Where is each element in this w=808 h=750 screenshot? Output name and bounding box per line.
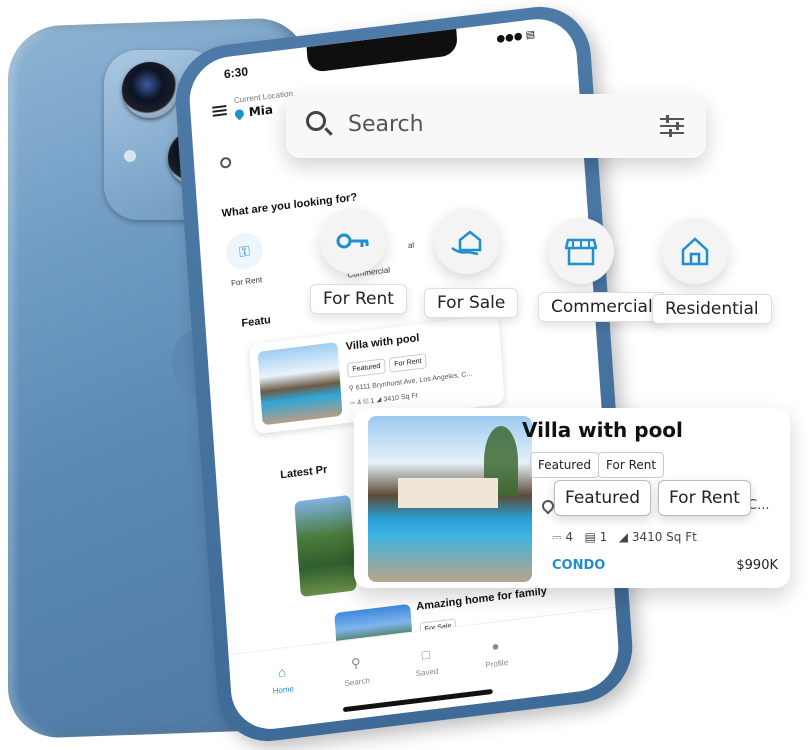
area-value: 3410 Sq Ft — [383, 392, 418, 404]
status-icons: ●●● ▤ — [496, 29, 536, 45]
search-bar[interactable]: Search — [286, 94, 706, 158]
property-price: $990K — [736, 558, 778, 573]
bath-icon: ▤ — [362, 398, 369, 407]
bed-icon: ⎓ — [552, 530, 562, 544]
property-image — [257, 342, 343, 426]
nav-label: Search — [344, 675, 371, 688]
hand-house-icon[interactable] — [434, 208, 500, 274]
key-icon: ⚿ — [225, 231, 264, 272]
store-icon[interactable] — [548, 218, 614, 284]
category-for-rent[interactable]: ⚿ For Rent — [213, 230, 277, 290]
person-icon: ● — [491, 638, 500, 654]
baths-count: 1 — [599, 530, 608, 544]
search-icon — [306, 111, 326, 131]
area-icon: ◢ — [376, 396, 382, 405]
tag-for-rent-zoomed[interactable]: For Rent — [658, 480, 751, 516]
tag-featured-zoomed[interactable]: Featured — [554, 480, 652, 516]
category-label-commercial[interactable]: Commercial — [538, 292, 666, 322]
latest-title: Latest Pr — [279, 463, 328, 482]
nav-search[interactable]: ⚲ Search — [325, 652, 387, 690]
tag-featured: Featured — [346, 358, 386, 378]
nav-saved[interactable]: □ Saved — [395, 643, 457, 680]
location-pin-icon — [233, 107, 246, 121]
tag-for-rent: For Rent — [388, 353, 427, 373]
status-time: 6:30 — [223, 64, 249, 82]
beds-count: 4 — [357, 399, 362, 407]
menu-icon[interactable] — [212, 105, 227, 117]
bookmark-icon: □ — [421, 646, 431, 663]
tag-featured: Featured — [530, 452, 599, 478]
category-label-for-sale[interactable]: For Sale — [424, 288, 519, 318]
bath-icon: ▤ — [584, 530, 596, 544]
category-label-residential[interactable]: Residential — [652, 294, 772, 324]
bed-icon: ⎓ — [349, 400, 356, 408]
beds-count: 4 — [565, 530, 574, 544]
property-image — [368, 416, 532, 582]
location-value[interactable]: Mia — [248, 102, 273, 119]
nav-profile[interactable]: ● Profile — [465, 635, 527, 672]
card-meta: ⎓ 4 ▤ 1 ◢ 3410 Sq Ft — [350, 392, 418, 408]
notch — [306, 28, 459, 73]
property-type: CONDO — [552, 558, 606, 573]
category-label: For Rent — [230, 275, 263, 288]
home-indicator — [342, 688, 493, 713]
nav-label: Profile — [485, 658, 509, 670]
camera-lens-icon — [122, 62, 178, 118]
flash-icon — [124, 150, 136, 162]
search-input[interactable]: Search — [348, 112, 424, 137]
category-residential[interactable]: al — [391, 238, 432, 252]
category-label: al — [407, 240, 415, 251]
property-image[interactable] — [294, 494, 357, 598]
baths-count: 1 — [370, 397, 375, 406]
search-icon: ⚲ — [350, 655, 362, 672]
featured-title: Featu — [241, 314, 272, 330]
house-icon[interactable] — [662, 218, 728, 284]
card-title: Villa with pool — [522, 418, 683, 442]
nav-label: Saved — [415, 666, 439, 679]
card-meta: ⎓ 4 ▤ 1 ◢ 3410 Sq Ft — [552, 530, 697, 545]
category-label-for-rent[interactable]: For Rent — [310, 284, 407, 314]
nav-home[interactable]: ⌂ Home — [252, 661, 314, 698]
tag-for-rent: For Rent — [598, 452, 665, 478]
home-icon: ⌂ — [277, 664, 287, 681]
key-icon[interactable] — [320, 208, 386, 274]
nav-label: Home — [272, 684, 295, 696]
area-icon: ◢ — [618, 530, 628, 544]
card-address: C... — [748, 498, 770, 513]
card-title: Villa with pool — [345, 332, 420, 354]
filter-icon[interactable] — [660, 115, 684, 137]
search-icon[interactable] — [219, 156, 232, 169]
listing-title[interactable]: Amazing home for family — [416, 585, 547, 613]
area-value: 3410 Sq Ft — [631, 530, 697, 544]
villa-building — [398, 478, 498, 508]
